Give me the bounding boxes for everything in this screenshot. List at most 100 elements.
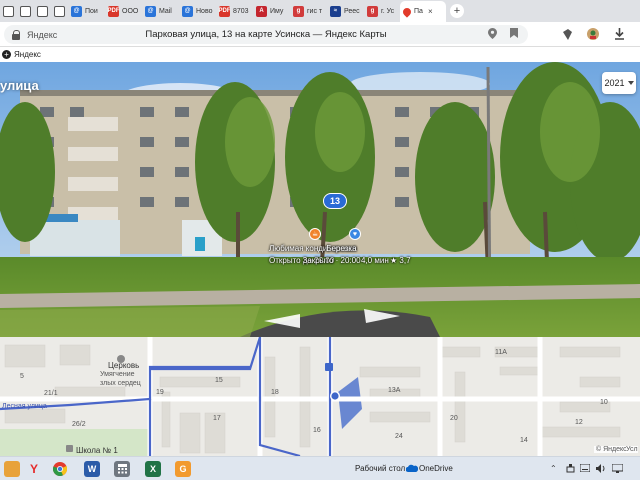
chevron-down-icon [627,81,634,85]
onedrive-label[interactable]: OneDrive [419,464,453,473]
poi-shop-icon[interactable]: ♥ [349,228,361,240]
year-value: 2021 [604,78,625,88]
poi-overlap-status: Закрыто · 20:00 [302,256,361,265]
notes-icon[interactable]: G [175,461,191,477]
map-label-24: 24 [395,433,403,440]
chevron-up-icon[interactable]: ⌃ [550,464,557,473]
bookmark-yandex[interactable]: Яндекс [14,50,41,59]
tab-favicon-icon: A [256,5,267,17]
browser-tab[interactable]: g г. Ус [364,1,400,21]
download-icon[interactable] [612,27,626,41]
map-label-211: 21/1 [44,390,58,397]
close-tab-icon[interactable]: × [428,7,433,16]
map-label-11a: 11А [495,349,507,356]
network-icon[interactable] [611,463,624,475]
building-pin[interactable]: 13 [323,193,347,209]
street-panorama[interactable]: улица 2021 13 ☕ ♥ Любимая кондитерскаяБе… [0,62,640,337]
tab-favicon-icon: ≈ [330,5,341,17]
browser-tab[interactable] [51,1,67,21]
page-title: Парковая улица, 13 на карте Усинска — Ян… [145,29,387,40]
tab-favicon-icon: PDF [219,5,231,17]
map-label-5: 5 [20,373,24,380]
tab-favicon-icon [3,5,14,17]
tab-label: Пои [85,7,98,15]
year-selector[interactable]: 2021 [602,72,636,94]
word-icon[interactable]: W [84,461,100,477]
add-bookmark-icon[interactable]: + [2,50,11,59]
active-tab[interactable]: Па × [400,1,446,22]
browser-tab[interactable]: g гис т [290,1,326,21]
taskbar-app-icon[interactable] [4,461,20,477]
browser-tab[interactable] [17,1,33,21]
poi-rating: ★ 3,7 [390,256,411,265]
tab-favicon-icon: @ [145,5,156,17]
browser-tab[interactable]: A Иму [253,1,289,21]
map-label-15: 15 [215,377,223,384]
bookmarks-bar: + Яндекс [0,47,640,62]
tab-label: ООО [122,7,139,15]
tab-favicon-icon [20,5,31,17]
excel-icon[interactable]: X [145,461,161,477]
bookmark-icon[interactable] [510,28,518,40]
tab-favicon-icon: @ [71,5,82,17]
map-label-17: 17 [213,415,221,422]
onedrive-icon[interactable] [405,464,419,474]
map-terms[interactable]: Усл [626,446,638,453]
tab-label: Иму [270,7,284,15]
profile-icon[interactable] [586,27,600,41]
map-label-church-3: злых сердец [100,380,141,387]
browser-tab[interactable] [0,1,16,21]
browser-tab[interactable] [34,1,50,21]
yandex-browser-icon[interactable]: Y [26,461,42,477]
browser-tab[interactable]: @ Пои [68,1,104,21]
usb-icon[interactable] [566,464,575,475]
map-label-19: 19 [156,389,164,396]
map-label-school[interactable]: Школа № 1 [76,446,118,455]
map-label-13a: 13А [388,387,401,394]
taskbar: Y W X G Рабочий стол OneDrive ⌃ [0,456,640,480]
map-label-20: 20 [450,415,458,422]
calculator-icon[interactable] [114,461,130,477]
tab-label: гис т [307,7,323,15]
map-label-church-2: Умягчение [100,371,135,378]
map-label-14: 14 [520,437,528,444]
tab-favicon-icon [37,5,48,17]
poi-time: 4,0 мин [361,256,389,265]
poi-name[interactable]: Любимая кондитерскаяБерезка [269,244,357,253]
tab-label: Реес [344,7,360,15]
tab-favicon-icon: PDF [108,5,120,17]
map-pin-icon [401,5,413,18]
map-copyright[interactable]: © Яндекс [594,446,629,453]
browser-tab[interactable]: @ Mail [142,1,178,21]
volume-icon[interactable] [596,464,606,475]
map-view[interactable]: Церковь Умягчение злых сердец 21/1 26/2 … [0,337,640,456]
chrome-icon[interactable] [52,461,68,477]
panorama-image [0,62,640,337]
map-label-10: 10 [600,399,608,406]
browser-tab[interactable]: @ Ново [179,1,215,21]
map-label-church[interactable]: Церковь [108,361,139,370]
address-bar: Яндекс Парковая улица, 13 на карте Усинс… [0,22,640,47]
browser-tab[interactable]: PDF 8703 [216,1,252,21]
desktop-label[interactable]: Рабочий стол [355,464,405,473]
star-icon: ★ [390,256,398,265]
new-tab-button[interactable]: + [450,4,464,18]
tab-favicon-icon: @ [182,5,193,17]
location-icon[interactable] [488,28,497,41]
tab-label: Mail [159,7,172,15]
poi-overlap-name: Березка [326,244,357,253]
map-label-262: 26/2 [72,421,86,428]
poi-status: Открыто до 20:00 Закрыто · 20:00 [269,256,361,265]
tab-label: г. Ус [381,7,395,15]
browser-tab[interactable]: ≈ Реес [327,1,363,21]
map-label-16: 16 [313,427,321,434]
map-label-12: 12 [575,419,583,426]
browser-tab[interactable]: PDF ООО [105,1,141,21]
extension-icon[interactable] [560,27,574,41]
tab-favicon-icon: g [367,5,378,17]
panorama-street-label: улица [0,78,39,93]
omnibox[interactable]: Яндекс Парковая улица, 13 на карте Усинс… [4,25,528,44]
map-street-label: Лесная улица [2,403,47,410]
poi-cafe-icon[interactable]: ☕ [309,228,321,240]
keyboard-icon[interactable] [579,463,591,474]
